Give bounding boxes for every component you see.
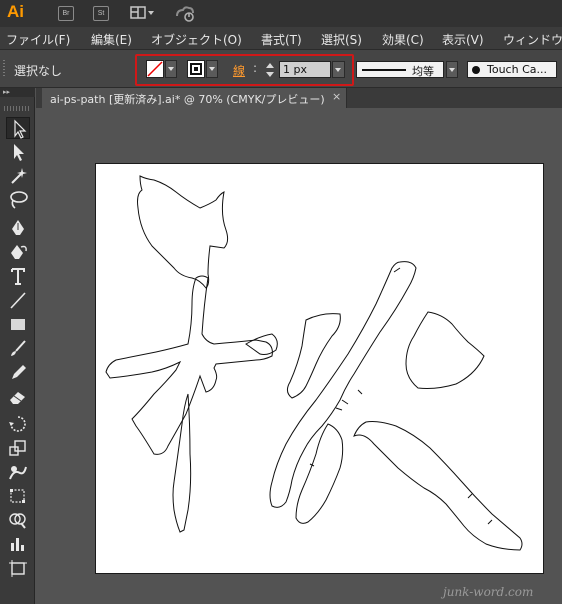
- menu-select[interactable]: 選択(S): [321, 31, 362, 48]
- selection-tool[interactable]: [6, 117, 30, 139]
- menu-file[interactable]: ファイル(F): [6, 31, 70, 48]
- shape-builder-icon: [9, 513, 26, 529]
- stroke-color-icon: [190, 63, 202, 75]
- tools-panel-grip[interactable]: [4, 106, 30, 111]
- sync-icon: [176, 6, 194, 22]
- none-fill-icon: [147, 61, 163, 77]
- stroke-dropdown[interactable]: [206, 60, 218, 78]
- app-bar: Ai Br St: [0, 0, 562, 27]
- menu-object[interactable]: オブジェクト(O): [151, 31, 242, 48]
- ai-logo: Ai: [7, 2, 24, 21]
- magic-wand-tool[interactable]: [6, 165, 30, 187]
- pen-tool[interactable]: [6, 217, 30, 239]
- stroke-weight-dropdown[interactable]: [332, 61, 345, 78]
- shape-builder-tool[interactable]: [6, 509, 30, 531]
- profile-label: 均等: [412, 65, 434, 78]
- control-bar: 選択なし 線 : 1 px 均等 Touch Ca...: [0, 49, 562, 88]
- tools-panel-header[interactable]: ▸▸: [0, 88, 35, 97]
- document-tab-title: ai-ps-path [更新済み].ai* @ 70% (CMYK/プレビュー): [50, 93, 325, 106]
- document-tab[interactable]: ai-ps-path [更新済み].ai* @ 70% (CMYK/プレビュー)…: [42, 88, 347, 108]
- menu-edit[interactable]: 編集(E): [91, 31, 132, 48]
- free-transform-icon: [10, 489, 25, 503]
- pen-nib-icon: [12, 220, 24, 235]
- arrange-documents-icon: [130, 6, 154, 19]
- tools-panel: [0, 97, 35, 604]
- rotate-icon: [9, 416, 26, 432]
- direct-selection-tool[interactable]: [6, 141, 30, 163]
- stroke-colon: :: [253, 61, 258, 75]
- type-icon: [11, 268, 25, 285]
- stepper-arrows-icon: [266, 63, 274, 77]
- magic-wand-icon: [11, 168, 27, 184]
- rectangle-tool[interactable]: [6, 313, 30, 335]
- variable-width-profile[interactable]: 均等: [356, 61, 444, 78]
- selection-arrow-icon: [14, 119, 27, 139]
- curvature-tool[interactable]: [6, 241, 30, 263]
- lasso-tool[interactable]: [6, 189, 30, 211]
- artboard[interactable]: [95, 163, 544, 574]
- collapse-panel-icon[interactable]: ▸▸: [3, 88, 10, 97]
- document-tab-strip: ai-ps-path [更新済み].ai* @ 70% (CMYK/プレビュー)…: [36, 88, 562, 108]
- direct-selection-icon: [14, 144, 24, 161]
- stroke-weight-input[interactable]: 1 px: [279, 61, 331, 78]
- warp-icon: [9, 466, 27, 480]
- stroke-weight-stepper[interactable]: [263, 61, 277, 79]
- stroke-swatch[interactable]: [187, 60, 205, 78]
- artboard-tool[interactable]: [6, 557, 30, 579]
- rectangle-icon: [11, 319, 25, 330]
- profile-dropdown[interactable]: [446, 61, 458, 78]
- menu-window[interactable]: ウィンドウ: [503, 31, 562, 48]
- pencil-tool[interactable]: [6, 361, 30, 383]
- eraser-tool[interactable]: [6, 385, 30, 407]
- rotate-tool[interactable]: [6, 413, 30, 435]
- arrange-documents-button[interactable]: [130, 5, 156, 21]
- profile-line-icon: [362, 69, 406, 71]
- brush-label: Touch Ca...: [487, 63, 547, 76]
- sync-settings-button[interactable]: [175, 4, 197, 22]
- type-tool[interactable]: [6, 265, 30, 287]
- close-tab-icon[interactable]: ×: [332, 90, 341, 103]
- watermark: junk-word.com: [443, 585, 534, 599]
- pencil-icon: [12, 365, 26, 379]
- calligraphy-path-outline[interactable]: [96, 164, 545, 575]
- scale-icon: [9, 440, 26, 456]
- lasso-icon: [10, 191, 28, 209]
- bridge-button[interactable]: Br: [58, 6, 74, 21]
- brush-definition[interactable]: Touch Ca...: [467, 61, 557, 78]
- paintbrush-tool[interactable]: [6, 337, 30, 359]
- selection-status: 選択なし: [14, 64, 63, 78]
- stock-button[interactable]: St: [93, 6, 109, 21]
- graph-tool[interactable]: [6, 533, 30, 555]
- brush-dot-icon: [472, 66, 480, 74]
- menu-effect[interactable]: 効果(C): [382, 31, 424, 48]
- curvature-pen-icon: [11, 245, 27, 259]
- line-tool[interactable]: [6, 289, 30, 311]
- paintbrush-icon: [11, 340, 26, 356]
- control-bar-grip[interactable]: [3, 60, 5, 78]
- artboard-icon: [9, 560, 27, 577]
- line-segment-icon: [10, 292, 26, 309]
- menu-bar: ファイル(F) 編集(E) オブジェクト(O) 書式(T) 選択(S) 効果(C…: [0, 27, 562, 49]
- fill-dropdown[interactable]: [165, 60, 177, 78]
- fill-swatch[interactable]: [146, 60, 164, 78]
- scale-tool[interactable]: [6, 437, 30, 459]
- warp-tool[interactable]: [6, 461, 30, 483]
- stroke-label[interactable]: 線: [233, 62, 245, 79]
- menu-type[interactable]: 書式(T): [261, 31, 302, 48]
- free-transform-tool[interactable]: [6, 485, 30, 507]
- bar-graph-icon: [11, 538, 24, 551]
- menu-view[interactable]: 表示(V): [442, 31, 484, 48]
- eraser-icon: [10, 392, 25, 404]
